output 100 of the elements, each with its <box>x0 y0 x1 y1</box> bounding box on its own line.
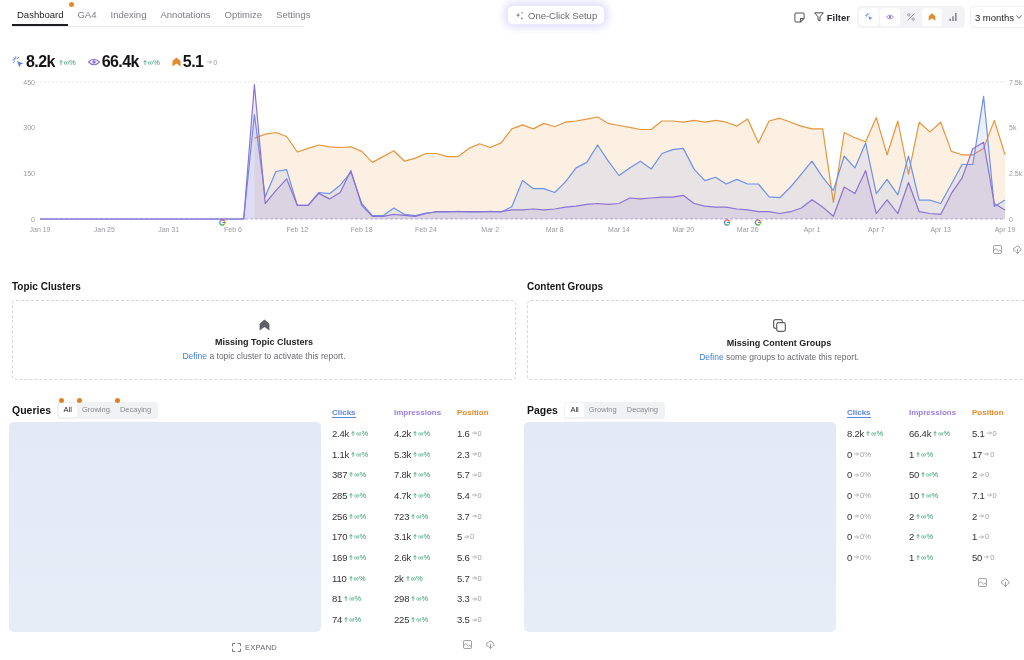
cell-value: 1.1k <box>332 448 350 460</box>
eye-icon <box>885 13 894 21</box>
cell-value: 285 <box>332 489 348 501</box>
image-icon[interactable] <box>993 244 1002 254</box>
cell-value: 2.4k <box>332 427 350 439</box>
cell-value: 2.3 <box>457 448 470 460</box>
cell-value: 5.1 <box>972 427 985 439</box>
sparkles-icon <box>515 10 524 20</box>
chevron-down-icon <box>1016 15 1022 19</box>
cell-value: 1 <box>972 531 978 543</box>
cell-value: 3.7 <box>457 510 470 522</box>
define-link[interactable]: Define <box>699 351 724 362</box>
chevron-up-icon <box>171 57 181 67</box>
cell-value: 1.6 <box>457 427 470 439</box>
cell-value: 2 <box>972 469 978 481</box>
metric-value: 8.2k <box>26 53 55 71</box>
cell-value: 298 <box>394 593 410 605</box>
setup-button[interactable]: One-Click Setup <box>507 5 606 25</box>
cell-value: 17 <box>972 448 983 460</box>
cell-value: 50 <box>909 469 920 481</box>
percent-icon <box>906 13 915 21</box>
cell-value: 256 <box>332 510 348 522</box>
nav-tab[interactable]: Optimize <box>219 9 268 26</box>
cell-value: 1 <box>909 448 915 460</box>
empty-state-title: Missing Content Groups <box>726 337 832 349</box>
cell-value: 0 <box>847 531 853 543</box>
cursor-click-icon <box>12 56 24 68</box>
section-title: Pages <box>527 404 558 416</box>
cell-value: 5.3k <box>394 448 412 460</box>
filter-icon <box>813 12 824 22</box>
cell-value: 723 <box>394 510 410 522</box>
cell-value: 2.6k <box>394 551 412 563</box>
section-title: Content Groups <box>527 280 605 294</box>
cell-value: 66.4k <box>909 427 932 439</box>
column-header[interactable]: Position <box>972 408 1004 418</box>
metric-toggle[interactable] <box>879 8 900 26</box>
section-title: Queries <box>12 404 52 416</box>
cell-value: 7.1 <box>972 489 985 501</box>
nav-tab[interactable]: Indexing <box>105 9 152 26</box>
nav-tab[interactable]: Settings <box>271 9 316 26</box>
cloud-download-icon[interactable] <box>486 640 495 650</box>
cell-value: 2 <box>909 531 915 543</box>
cursor-click-icon <box>864 13 873 21</box>
empty-state-message: Define some groups to activate this report. <box>699 351 859 362</box>
chevron-up-icon <box>258 319 270 331</box>
cloud-download-icon[interactable] <box>1013 244 1022 254</box>
cell-value: 169 <box>332 551 348 563</box>
cell-value: 3.3 <box>457 593 470 605</box>
column-header[interactable]: Clicks <box>847 408 871 418</box>
annotation-marker-icon[interactable] <box>723 219 731 226</box>
annotation-marker-icon[interactable] <box>219 219 227 226</box>
cell-value: 387 <box>332 469 348 481</box>
eye-icon <box>87 58 100 66</box>
cell-value: 0 <box>847 489 853 501</box>
cell-value: 74 <box>332 614 343 626</box>
metric-value: 66.4k <box>101 53 139 71</box>
cell-value: 8.2k <box>847 427 865 439</box>
cell-value: 5.7 <box>457 469 470 481</box>
nav-tab[interactable]: Annotations <box>155 9 216 26</box>
cell-value: 170 <box>332 531 348 543</box>
image-icon[interactable] <box>463 640 472 650</box>
copy-icon <box>772 318 786 332</box>
range-select[interactable]: 3 months <box>969 6 1024 28</box>
nav-tab[interactable]: GA4 <box>72 9 102 26</box>
cell-value: 81 <box>332 593 343 605</box>
cell-value: 0 <box>847 510 853 522</box>
expand-icon <box>232 642 241 652</box>
cell-value: 50 <box>972 551 983 563</box>
note-icon <box>794 11 806 23</box>
column-header[interactable]: Position <box>457 408 489 418</box>
metric-toggle[interactable] <box>921 8 942 26</box>
cloud-download-icon[interactable] <box>1001 578 1010 588</box>
cell-value: 5.7 <box>457 572 470 584</box>
cell-value: 2k <box>394 572 404 584</box>
cell-value: 4.7k <box>394 489 412 501</box>
metric-value: 5.1 <box>182 53 204 71</box>
empty-state-title: Missing Topic Clusters <box>215 337 313 348</box>
image-icon[interactable] <box>978 578 987 588</box>
section-title: Topic Clusters <box>12 280 82 294</box>
cell-value: 225 <box>394 614 410 626</box>
cell-value: 3.5 <box>457 614 470 626</box>
cell-value: 0 <box>847 448 853 460</box>
empty-state-message: Define a topic cluster to activate this report. <box>182 351 346 361</box>
bar-chart-icon <box>948 13 957 21</box>
cell-value: 5.4 <box>457 489 470 501</box>
define-link[interactable]: Define <box>182 351 208 361</box>
column-header[interactable]: Impressions <box>909 408 957 418</box>
filter-button[interactable]: Filter <box>813 8 850 26</box>
cell-value: 10 <box>909 489 920 501</box>
annotation-marker-icon[interactable] <box>754 219 762 226</box>
nav-tab[interactable]: Dashboard <box>12 9 69 26</box>
chevron-up-icon <box>927 13 936 21</box>
column-header[interactable]: Impressions <box>394 408 442 418</box>
metric-toggle[interactable] <box>858 8 879 26</box>
cell-value: 3.1k <box>394 531 412 543</box>
cell-value: 0 <box>847 469 853 481</box>
cell-value: 5.6 <box>457 551 470 563</box>
cell-value: 0 <box>847 551 853 563</box>
column-header[interactable]: Clicks <box>332 408 356 418</box>
cell-value: 4.2k <box>394 427 412 439</box>
